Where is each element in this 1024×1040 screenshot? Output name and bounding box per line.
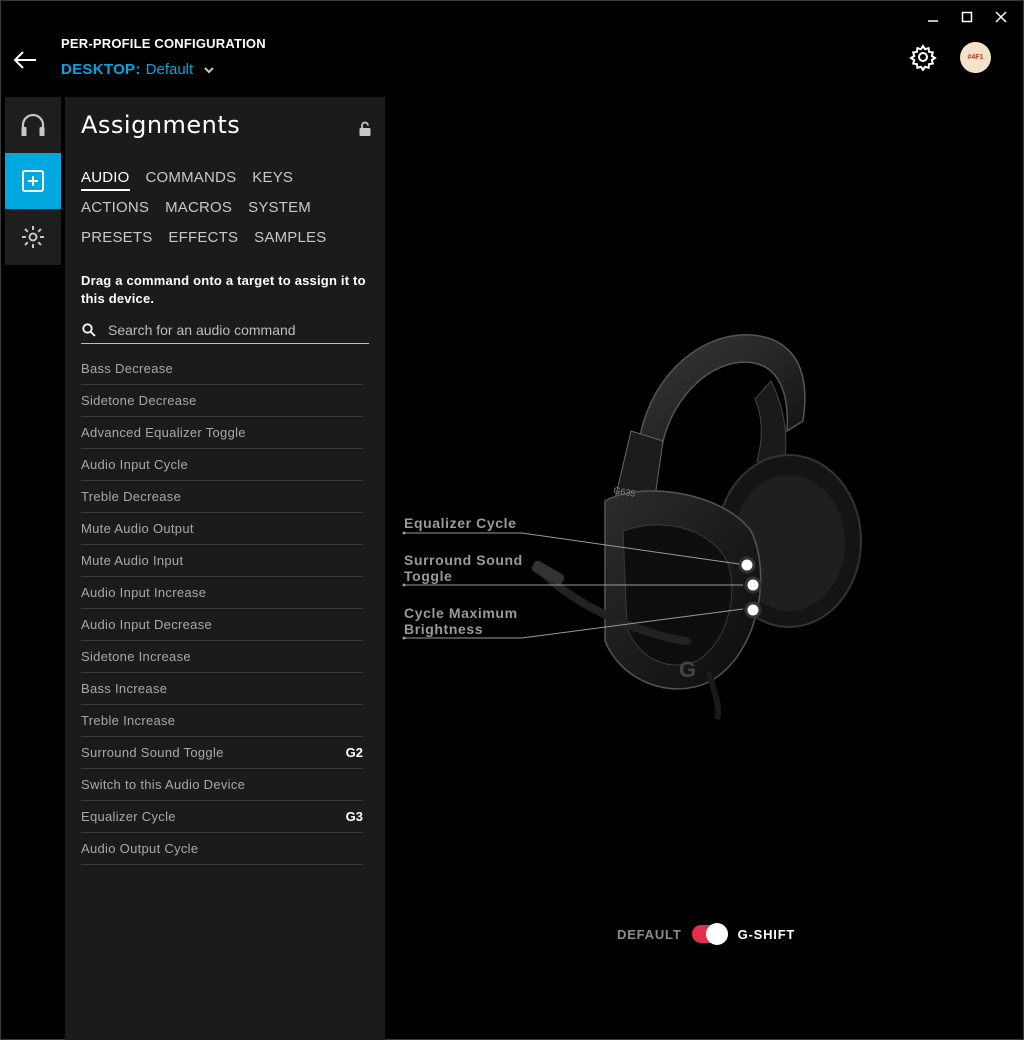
command-list: Bass Decrease Sidetone Decrease Advanced E… [81,353,363,865]
callout-line2: Brightness [404,621,484,637]
list-item[interactable]: Treble Increase [81,705,363,737]
command-label: Advanced Equalizer Toggle [81,425,246,440]
tab-row: AUDIO COMMANDS KEYS [81,169,381,199]
callout-surround-sound[interactable]: Surround Sound Toggle [404,552,523,584]
command-label: Equalizer Cycle [81,809,176,824]
list-item[interactable]: Audio Input Decrease [81,609,363,641]
command-label: Mute Audio Input [81,553,184,568]
assigned-key-badge: G2 [345,745,363,760]
command-label: Audio Input Cycle [81,457,188,472]
list-item[interactable]: Bass Decrease [81,353,363,385]
gshift-control: DEFAULT G-SHIFT [617,923,796,945]
default-label: DEFAULT [617,926,682,942]
callout-cycle-brightness[interactable]: Cycle Maximum Brightness [404,605,518,637]
gshift-toggle[interactable] [691,923,728,945]
drag-hint: Drag a command onto a target to assign i… [81,273,366,306]
tab-effects[interactable]: EFFECTS [168,229,238,249]
avatar[interactable]: #4F1 [960,42,991,73]
search-input[interactable] [108,322,358,338]
command-label: Audio Input Decrease [81,617,213,632]
list-item[interactable]: Equalizer Cycle G3 [81,801,363,833]
list-item[interactable]: Surround Sound Toggle G2 [81,737,363,769]
rail-item-assignments[interactable] [5,153,61,209]
maximize-icon[interactable] [959,9,975,25]
rail-item-device[interactable] [5,97,61,153]
command-label: Sidetone Decrease [81,393,197,408]
tab-row: PRESETS EFFECTS SAMPLES [81,229,381,259]
command-label: Bass Increase [81,681,168,696]
window-controls [925,9,1009,25]
list-item[interactable]: Audio Output Cycle [81,833,363,865]
profile-key-label: DESKTOP: [61,61,141,78]
svg-text:G: G [679,657,696,682]
page-title: PER-PROFILE CONFIGURATION [61,36,266,51]
close-icon[interactable] [993,9,1009,25]
rail-item-lighting[interactable] [5,209,61,265]
command-label: Switch to this Audio Device [81,777,246,792]
search-box [81,317,369,344]
gshift-label: G-SHIFT [737,926,796,942]
list-item[interactable]: Sidetone Decrease [81,385,363,417]
tab-samples[interactable]: SAMPLES [254,229,326,249]
headset-icon [21,113,45,136]
assignments-panel: Assignments AUDIO COMMANDS KEYS ACTIONS … [65,97,385,1040]
back-arrow-icon[interactable] [12,48,38,72]
list-item[interactable]: Audio Input Cycle [81,449,363,481]
callout-line1: Equalizer Cycle [404,515,517,531]
lighting-sun-icon [22,226,44,248]
command-label: Audio Output Cycle [81,841,199,856]
callout-equalizer-cycle[interactable]: Equalizer Cycle [404,515,517,531]
tab-keys[interactable]: KEYS [252,169,293,189]
list-item[interactable]: Mute Audio Output [81,513,363,545]
callout-line1: Cycle Maximum [404,605,518,621]
minimize-icon[interactable] [925,9,941,25]
assignments-plus-icon [22,170,44,192]
command-label: Treble Decrease [81,489,182,504]
toggle-knob [705,923,728,945]
tab-system[interactable]: SYSTEM [248,199,311,219]
command-label: Surround Sound Toggle [81,745,224,760]
unlock-icon[interactable] [358,121,372,137]
tab-actions[interactable]: ACTIONS [81,199,149,219]
profile-selector[interactable]: DESKTOP: Default [61,61,215,78]
list-item[interactable]: Bass Increase [81,673,363,705]
tab-audio[interactable]: AUDIO [81,169,130,191]
panel-title: Assignments [81,111,241,139]
command-label: Mute Audio Output [81,521,194,536]
gear-icon[interactable] [909,43,937,72]
tab-presets[interactable]: PRESETS [81,229,152,249]
tab-macros[interactable]: MACROS [165,199,232,219]
profile-value-label: Default [145,61,194,78]
callout-line1: Surround Sound [404,552,523,568]
command-label: Sidetone Increase [81,649,191,664]
command-label: Audio Input Increase [81,585,207,600]
tab-commands[interactable]: COMMANDS [146,169,237,189]
nav-rail [5,97,61,265]
callout-line2: Toggle [404,568,453,584]
category-tabs: AUDIO COMMANDS KEYS ACTIONS MACROS SYSTE… [81,169,381,259]
list-item[interactable]: Mute Audio Input [81,545,363,577]
search-icon [82,323,96,337]
avatar-text: #4F1 [967,54,984,61]
assigned-key-badge: G3 [345,809,363,824]
list-item[interactable]: Audio Input Increase [81,577,363,609]
list-item[interactable]: Advanced Equalizer Toggle [81,417,363,449]
command-label: Bass Decrease [81,361,174,376]
list-item[interactable]: Treble Decrease [81,481,363,513]
tab-row: ACTIONS MACROS SYSTEM [81,199,381,229]
command-label: Treble Increase [81,713,176,728]
list-item[interactable]: Switch to this Audio Device [81,769,363,801]
list-item[interactable]: Sidetone Increase [81,641,363,673]
chevron-down-icon [204,66,214,73]
